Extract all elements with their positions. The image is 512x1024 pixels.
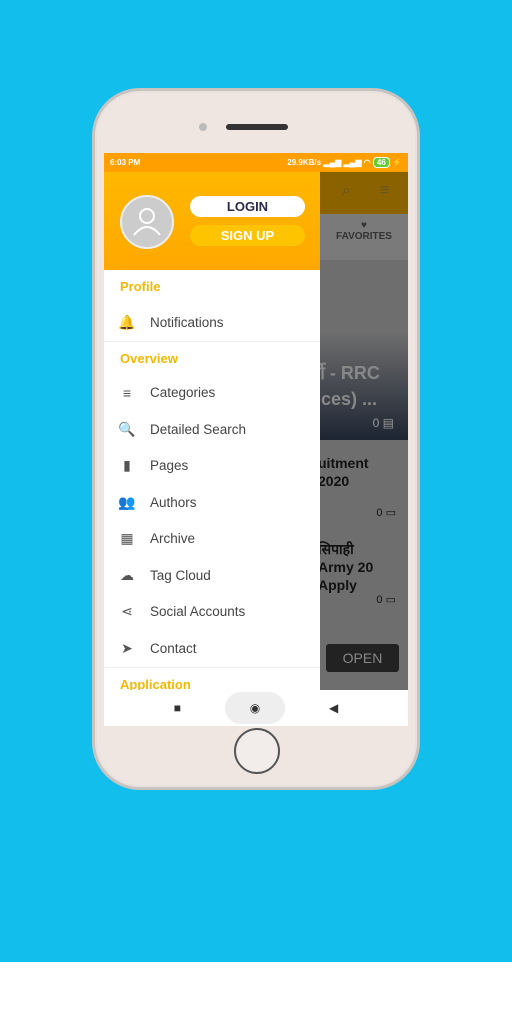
drawer-item-contact[interactable]: ➤ Contact [104, 630, 320, 667]
drawer-item-label: Categories [150, 385, 216, 401]
status-bar: 6:03 PM 29.9KB/s ▂▄▆ ▂▄▆ ◠ 46 ⚡ [104, 153, 408, 172]
filter-icon[interactable]: ≡ [380, 182, 389, 200]
home-nav-button[interactable]: ◉ [225, 692, 285, 724]
app-bar: ⌕ ≡ [320, 172, 408, 214]
bell-icon: 🔔 [118, 313, 136, 330]
recents-button[interactable]: ■ [174, 701, 181, 715]
section-header: Profile [120, 279, 161, 294]
drawer-item-archive[interactable]: ▦ Archive [104, 521, 320, 558]
camera [199, 123, 207, 131]
post-comments: 0 ▭ [376, 507, 396, 519]
back-button[interactable]: ◀ [329, 701, 338, 715]
signup-button[interactable]: SIGN UP [190, 225, 305, 246]
speaker [226, 124, 288, 130]
drawer-item-authors[interactable]: 👥 Authors [104, 484, 320, 521]
drawer-item-categories[interactable]: ≡ Categories [104, 375, 320, 412]
post-comments: 0 ▭ [376, 594, 396, 606]
drawer-item-social-accounts[interactable]: ⋖ Social Accounts [104, 594, 320, 631]
page-icon: ▮ [123, 457, 131, 474]
drawer-item-label: Detailed Search [150, 421, 247, 437]
home-button[interactable] [234, 728, 280, 774]
calendar-icon: ▦ [120, 530, 134, 547]
drawer-item-label: Notifications [150, 314, 224, 330]
network-speed: 29.9KB/s [287, 158, 322, 167]
search-icon[interactable]: ⌕ [342, 182, 351, 200]
navigation-drawer: LOGIN SIGN UP Profile 🔔 Notifications Overv… [104, 172, 320, 692]
user-icon [133, 208, 161, 236]
section-header: Overview [104, 340, 320, 375]
avatar[interactable] [120, 195, 174, 249]
drawer-menu: Profile 🔔 Notifications Overview ≡ Categories… [104, 270, 320, 701]
drawer-item-label: Contact [150, 640, 197, 656]
drawer-item-label: Social Accounts [150, 604, 246, 620]
drawer-item-pages[interactable]: ▮ Pages [104, 448, 320, 485]
drawer-header: LOGIN SIGN UP [104, 172, 320, 270]
drawer-item-label: Authors [150, 494, 197, 510]
background-app: ⌕ ≡ ♥ FAVORITES र्ती - RRC tices) ... 0 ▤ … [310, 172, 408, 690]
open-button[interactable]: OPEN [326, 644, 399, 672]
login-button[interactable]: LOGIN [190, 196, 305, 217]
card-title: र्ती - RRC tices) ... [310, 363, 385, 409]
cloud-icon: ☁ [120, 566, 134, 583]
menu-icon: ≡ [122, 384, 132, 401]
people-icon: 👥 [118, 493, 136, 510]
search-icon: 🔍 [118, 420, 136, 437]
drawer-item-notifications[interactable]: 🔔 Notifications [104, 304, 320, 341]
status-time: 6:03 PM [110, 158, 141, 167]
drawer-item-label: Pages [150, 458, 189, 474]
drawer-item-detailed-search[interactable]: 🔍 Detailed Search [104, 411, 320, 448]
post-title[interactable]: सिपाही Army 20 Apply [318, 540, 388, 594]
tab-favorites[interactable]: ♥ FAVORITES [320, 214, 408, 260]
heart-icon: ♥ [361, 220, 367, 231]
drawer-item-label: Archive [150, 531, 196, 547]
featured-card[interactable]: र्ती - RRC tices) ... 0 ▤ [310, 260, 408, 440]
drawer-item-tag-cloud[interactable]: ☁ Tag Cloud [104, 557, 320, 594]
drawer-item-label: Tag Cloud [150, 567, 211, 583]
screen: 6:03 PM 29.9KB/s ▂▄▆ ▂▄▆ ◠ 46 ⚡ ⌕ ≡ ♥ FAVO… [104, 153, 408, 726]
post-title[interactable]: uitment 2020 [318, 454, 388, 490]
share-icon: ⋖ [121, 603, 133, 620]
battery-level: 46 [372, 157, 390, 168]
send-icon: ➤ [121, 639, 133, 656]
system-nav-bar: ■ ◉ ◀ [104, 690, 408, 726]
card-comments: 0 ▤ [372, 416, 394, 430]
